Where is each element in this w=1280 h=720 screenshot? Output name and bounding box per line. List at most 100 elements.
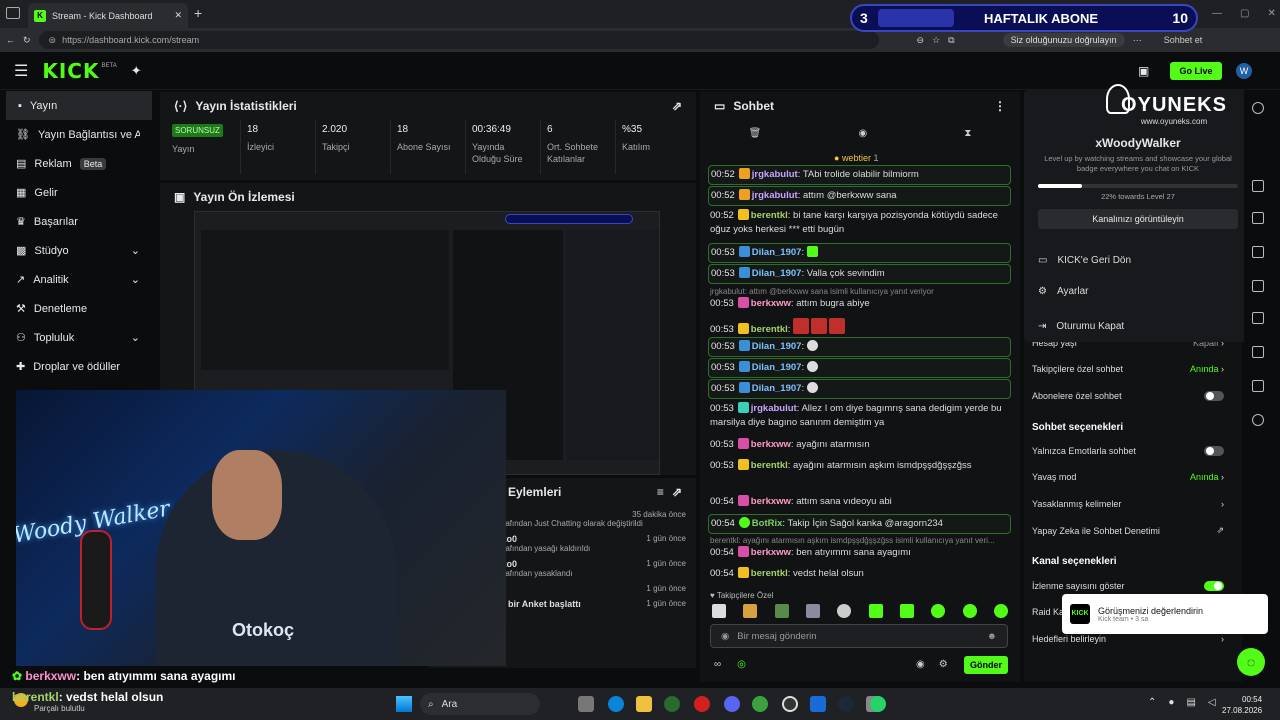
view-channel-button[interactable]: Kanalınızı görüntüleyin xyxy=(1038,209,1238,229)
menu-settings[interactable]: ⚙ Ayarlar xyxy=(1038,286,1088,297)
zoom-icon[interactable]: ⊖ xyxy=(917,35,925,46)
emote-icon[interactable] xyxy=(962,604,977,618)
obs-icon[interactable] xyxy=(782,696,798,712)
setting-ai-moderation[interactable]: Yapay Zeka ile Sohbet Denetimi ⇗ xyxy=(1032,525,1224,536)
taskbar-search[interactable]: ⌕ Ara xyxy=(420,693,540,715)
chat-message[interactable]: 00:54 berentkl: vedst helal olsun xyxy=(708,565,1011,583)
chevron-up-icon[interactable]: ⌃ xyxy=(1148,697,1156,708)
chat-user[interactable]: berentkl xyxy=(751,324,788,335)
chat-message[interactable]: 00:53 berkxww: attım bugra abiye xyxy=(708,295,1011,313)
kick-bot-icon[interactable]: ◎ xyxy=(737,659,746,670)
chat-user[interactable]: berkxww xyxy=(751,439,791,450)
volume-icon[interactable]: ◁ xyxy=(1208,697,1216,708)
chat-message[interactable]: 00:54 berkxww: attım sana vıdeoyu abi xyxy=(708,493,1011,511)
close-window-icon[interactable]: ✕ xyxy=(1267,8,1275,19)
rail-tools-icon[interactable] xyxy=(1252,380,1264,392)
taskview-icon[interactable] xyxy=(578,696,594,712)
chat-message[interactable]: 00:52 jrgkabulut: attım @berkxww sana xyxy=(708,186,1011,206)
sidebar-item-studio[interactable]: ▩ Stüdyo ⌄ xyxy=(0,236,156,265)
infinity-icon[interactable]: ∞ xyxy=(714,659,721,670)
chat-message[interactable]: 00:53 jrgkabulut: Allez I om diye bagımrı… xyxy=(708,400,1011,432)
sidebar-item-stream[interactable]: ▪ Yayın xyxy=(6,91,152,120)
chrome-icon[interactable] xyxy=(752,696,768,712)
explorer-icon[interactable] xyxy=(608,696,624,712)
network-icon[interactable]: ▤ xyxy=(1186,697,1195,708)
chat-user[interactable]: jrgkabulut xyxy=(752,190,798,201)
kebab-icon[interactable]: ⋮ xyxy=(994,99,1006,113)
setting-subs-only[interactable]: Abonelere özel sohbet xyxy=(1032,391,1224,401)
browser-tab[interactable]: K Stream - Kick Dashboard ✕ xyxy=(28,3,188,28)
rail-message-icon[interactable] xyxy=(1252,280,1264,292)
sidebar-item-moderation[interactable]: ⚒ Denetleme xyxy=(0,294,156,323)
kick-logo[interactable]: KICK xyxy=(42,59,99,83)
chat-message[interactable]: 00:54 BotRix: Takip İçin Sağol kanka @ara… xyxy=(708,514,1011,534)
app-icon[interactable] xyxy=(664,696,680,712)
sidebar-item-community[interactable]: ⚇ Topluluk ⌄ xyxy=(0,323,156,352)
reload-icon[interactable]: ↻ xyxy=(23,35,31,46)
maximize-icon[interactable]: ▢ xyxy=(1240,8,1249,19)
trash-icon[interactable]: 🗑 xyxy=(749,128,762,139)
favorite-icon[interactable]: ☆ xyxy=(932,35,940,46)
sidebar-item-achievements[interactable]: ♛ Başarılar xyxy=(0,207,156,236)
whatsapp-icon[interactable] xyxy=(870,696,886,712)
emote-icon[interactable] xyxy=(993,604,1008,618)
rail-code-icon[interactable] xyxy=(1252,312,1264,324)
chat-user[interactable]: berkxww xyxy=(751,496,791,507)
popout-icon[interactable]: ⇗ xyxy=(672,99,682,113)
rail-bolt-icon[interactable] xyxy=(1252,212,1264,224)
emote-icon[interactable] xyxy=(931,604,946,618)
chat-user[interactable]: Dilan_1907 xyxy=(752,362,802,373)
go-live-button[interactable]: Go Live xyxy=(1170,62,1222,80)
sidebar-item-revenue[interactable]: ▦ Gelir xyxy=(0,178,156,207)
chat-user[interactable]: berkxww xyxy=(751,547,791,558)
discord-icon[interactable] xyxy=(724,696,740,712)
emote-icon[interactable] xyxy=(837,604,852,618)
chat-bubble-icon[interactable]: ◉ xyxy=(916,659,925,670)
chat-message[interactable]: 00:53 Dilan_1907: xyxy=(708,379,1011,399)
feedback-toast[interactable]: KICK Görüşmenizi değerlendirin Kick team … xyxy=(1062,594,1268,634)
browser-sidebar-icon[interactable] xyxy=(6,7,20,19)
toggle[interactable] xyxy=(1204,581,1224,591)
chat-user[interactable]: Dilan_1907 xyxy=(752,341,802,352)
studio-header-icon[interactable]: ▣ xyxy=(1138,64,1149,78)
chat-user[interactable]: BotRix xyxy=(752,518,783,529)
chat-user[interactable]: berentkl xyxy=(751,460,788,471)
toggle[interactable] xyxy=(1204,446,1224,456)
site-info-icon[interactable]: ⊜ xyxy=(49,35,57,46)
chat-bubble-icon[interactable]: ◉ xyxy=(858,128,867,139)
rail-share-icon[interactable] xyxy=(1252,414,1264,426)
sidebar-item-analytics[interactable]: ↗ Analitik ⌄ xyxy=(0,265,156,294)
chat-input[interactable]: ◉ Bir mesaj gönderin ☻ xyxy=(710,624,1008,648)
popout-icon[interactable]: ⇗ xyxy=(672,485,682,499)
setting-emote-only[interactable]: Yalnızca Emotlarla sohbet xyxy=(1032,446,1224,456)
chat-user[interactable]: berkxww xyxy=(751,298,791,309)
setting-goals[interactable]: Hedefleri belirleyin › xyxy=(1032,634,1224,644)
chat-message[interactable]: 00:53 berentkl: xyxy=(708,316,1011,339)
setting-show-viewers[interactable]: İzlenme sayısını göster xyxy=(1032,581,1224,591)
chat-user[interactable]: berentkl xyxy=(751,210,788,221)
chat-message[interactable]: 00:53 Dilan_1907: Valla çok sevindim xyxy=(708,264,1011,284)
folder-icon[interactable] xyxy=(636,696,652,712)
chat-message[interactable]: 00:53 Dilan_1907: xyxy=(708,358,1011,378)
setting-slow-mode[interactable]: Yavaş mod Anında › xyxy=(1032,472,1224,482)
setting-followers-only[interactable]: Takipçilere özel sohbet Anında › xyxy=(1032,364,1224,374)
chat-user[interactable]: berentkl xyxy=(751,568,788,579)
emote-icon[interactable] xyxy=(774,604,789,618)
sidebar-item-ads[interactable]: ▤ Reklam Beta xyxy=(0,149,156,178)
send-button[interactable]: Gönder xyxy=(964,656,1008,674)
clock[interactable]: 00:54 27.08.2026 xyxy=(1222,694,1262,716)
filter-icon[interactable]: ≡ xyxy=(657,485,664,499)
chat-message[interactable]: 00:52 berentkl: bi tane karşı karşıya poz… xyxy=(708,207,1011,239)
emote-icon[interactable] xyxy=(805,604,820,618)
chat-user[interactable]: Dilan_1907 xyxy=(752,247,802,258)
mic-icon[interactable]: ● xyxy=(1168,697,1174,708)
pin-icon[interactable]: ✦ xyxy=(131,63,142,79)
emote-icon[interactable] xyxy=(712,604,726,618)
chat-message[interactable]: 00:54 berkxww: ben atıyımmı sana ayagımı xyxy=(708,544,1011,562)
chat-message[interactable]: 00:53 Dilan_1907: xyxy=(708,337,1011,357)
chat-user[interactable]: Dilan_1907 xyxy=(752,383,802,394)
help-chat-icon[interactable]: ◌ xyxy=(1237,648,1265,676)
chat-message[interactable]: 00:53 Dilan_1907: xyxy=(708,243,1011,263)
hourglass-icon[interactable]: ⧗ xyxy=(964,128,971,139)
start-icon[interactable] xyxy=(396,696,412,712)
